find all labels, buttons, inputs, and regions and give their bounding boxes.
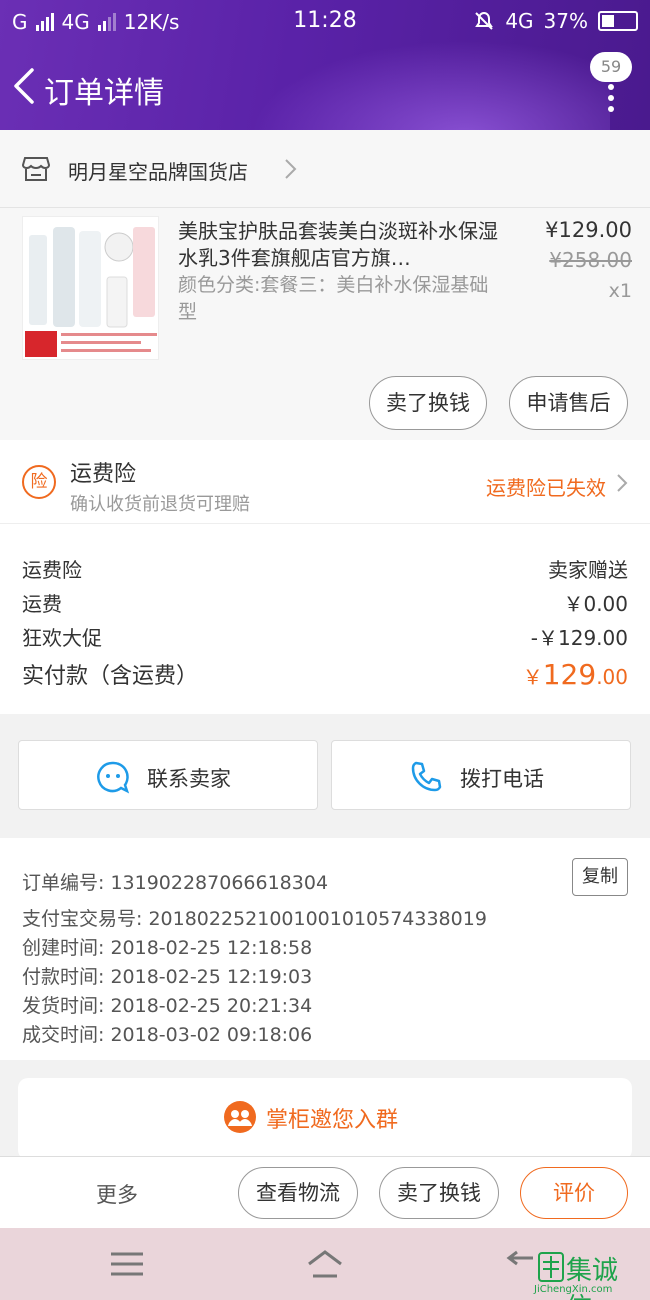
- paid-time: 付款时间: 2018-02-25 12:19:03: [22, 966, 313, 988]
- battery-percent: 37%: [543, 9, 588, 33]
- product-image[interactable]: [22, 216, 159, 360]
- alipay-trade-number: 支付宝交易号: 2018022521001001010574338019: [22, 908, 487, 930]
- insurance-title: 运费险: [70, 462, 137, 487]
- shop-name[interactable]: 明月星空品牌国货店: [68, 156, 248, 185]
- phone-icon: [411, 761, 442, 792]
- fee-row: 运费 ￥0.00: [22, 588, 628, 617]
- shipping-insurance-row[interactable]: 险 运费险 确认收货前退货可理赔 运费险已失效: [0, 440, 650, 524]
- product-price: ¥129.00: [545, 218, 632, 242]
- watermark-logo-icon: [538, 1252, 564, 1282]
- status-bar: G 4G 12K/s 11:28 4G 37%: [0, 0, 650, 44]
- more-menu-icon[interactable]: [606, 84, 616, 124]
- join-group-card[interactable]: 掌柜邀您入群: [18, 1078, 632, 1160]
- fee-value: 卖家赠送: [548, 558, 628, 582]
- review-button[interactable]: 评价: [520, 1167, 628, 1219]
- fee-summary: 运费险 卖家赠送 运费 ￥0.00 狂欢大促 -￥129.00 实付款（含运费）…: [0, 524, 650, 714]
- page-title: 订单详情: [44, 76, 164, 111]
- group-icon: [224, 1101, 256, 1133]
- product-original-price: ¥258.00: [549, 248, 632, 272]
- fee-value: ￥0.00: [563, 592, 628, 616]
- completed-time: 成交时间: 2018-03-02 09:18:06: [22, 1024, 313, 1046]
- insurance-icon: 险: [22, 465, 56, 499]
- fee-value: -￥129.00: [530, 626, 628, 650]
- home-icon[interactable]: [305, 1248, 345, 1280]
- mute-bell-icon: [475, 11, 494, 30]
- created-time: 创建时间: 2018-02-25 12:18:58: [22, 937, 313, 959]
- back-icon[interactable]: [10, 64, 40, 108]
- call-button[interactable]: 拨打电话: [331, 740, 631, 810]
- resell-button[interactable]: 卖了换钱: [369, 376, 487, 430]
- network-label-2: 4G: [505, 9, 534, 33]
- menu-icon[interactable]: [107, 1248, 147, 1280]
- nav-bar: 订单详情 59: [0, 44, 650, 130]
- fee-label: 运费险: [22, 558, 82, 582]
- total-currency: ￥: [522, 665, 543, 689]
- total-amount: ￥129.00: [523, 658, 628, 691]
- chevron-right-icon: [285, 159, 297, 179]
- after-sale-button[interactable]: 申请售后: [509, 376, 628, 430]
- join-group-label: 掌柜邀您入群: [266, 1108, 399, 1133]
- insurance-subtitle: 确认收货前退货可理赔: [70, 494, 250, 515]
- store-icon: [22, 157, 50, 181]
- contact-seller-button[interactable]: 联系卖家: [18, 740, 318, 810]
- product-sku: 颜色分类:套餐三：美白补水保湿基础型: [178, 274, 489, 323]
- fee-label: 运费: [22, 592, 62, 616]
- copy-button[interactable]: 复制: [572, 858, 628, 896]
- shipped-time: 发货时间: 2018-02-25 20:21:34: [22, 995, 313, 1017]
- insurance-status[interactable]: 运费险已失效: [486, 472, 606, 501]
- battery-icon: [598, 11, 638, 31]
- contact-bar: 联系卖家 拨打电话: [0, 728, 650, 820]
- watermark: 集诚信 JiChengXin.com: [526, 1250, 636, 1300]
- fee-row: 狂欢大促 -￥129.00: [22, 622, 628, 651]
- total-label: 实付款（含运费）: [22, 664, 199, 689]
- fee-row: 运费险 卖家赠送: [22, 554, 628, 583]
- total-row: 实付款（含运费） ￥129.00: [22, 658, 628, 691]
- bottom-action-bar: 更多 查看物流 卖了换钱 评价: [0, 1156, 650, 1228]
- product-card[interactable]: 美肤宝护肤品套装美白淡斑补水保湿水乳3件套旗舰店官方旗… 颜色分类:套餐三：美白…: [0, 208, 650, 440]
- resell-button-bottom[interactable]: 卖了换钱: [379, 1167, 499, 1219]
- product-name[interactable]: 美肤宝护肤品套装美白淡斑补水保湿水乳3件套旗舰店官方旗…: [178, 218, 498, 272]
- total-decimal: .00: [596, 665, 628, 689]
- message-badge: 59: [590, 52, 632, 82]
- product-quantity: x1: [608, 280, 632, 302]
- fee-label: 狂欢大促: [22, 626, 102, 650]
- chat-icon: [97, 761, 130, 794]
- watermark-url: JiChengXin.com: [534, 1284, 613, 1295]
- total-integer: 129: [542, 658, 597, 691]
- more-button[interactable]: 更多: [96, 1179, 138, 1209]
- chevron-right-icon: [617, 474, 628, 492]
- header: G 4G 12K/s 11:28 4G 37% 订单详情 59: [0, 0, 650, 130]
- order-info: 订单编号: 131902287066618304 复制 支付宝交易号: 2018…: [0, 838, 650, 1060]
- contact-seller-label: 联系卖家: [147, 767, 231, 791]
- call-label: 拨打电话: [460, 767, 544, 791]
- product-photo: [23, 217, 158, 359]
- shop-row[interactable]: 明月星空品牌国货店: [0, 130, 650, 208]
- order-number: 订单编号: 131902287066618304: [22, 872, 329, 894]
- view-logistics-button[interactable]: 查看物流: [238, 1167, 358, 1219]
